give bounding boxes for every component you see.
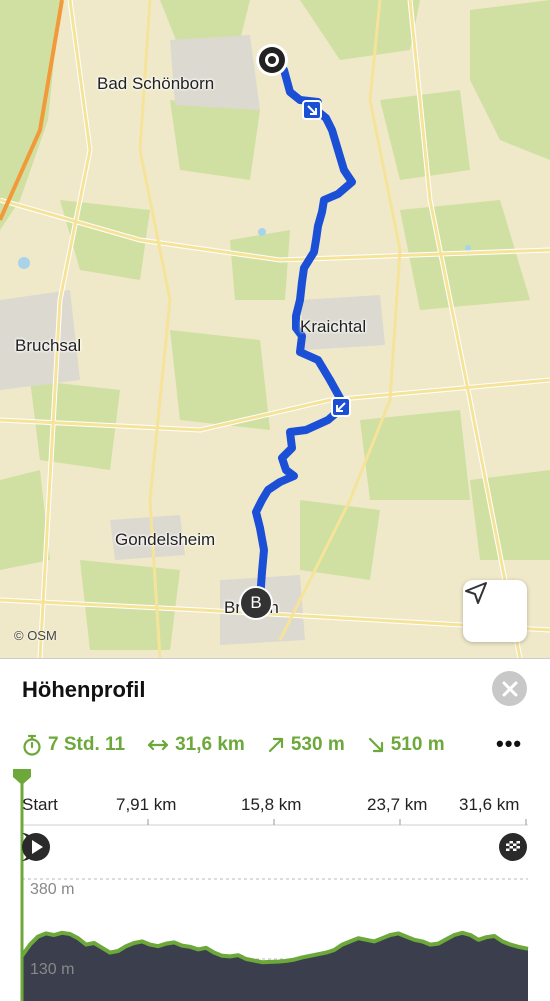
- descent-value: 510 m: [390, 734, 445, 755]
- ascent-arrow-icon: [268, 737, 283, 753]
- route-direction-arrow: [331, 397, 351, 417]
- duration-value: 7 Std. 11: [48, 734, 126, 755]
- more-options-button[interactable]: •••: [496, 733, 522, 755]
- route-stats: 7 Std. 11 31,6 km 530 m 510 m: [22, 733, 467, 757]
- map-attribution[interactable]: © OSM: [14, 628, 57, 643]
- panel-title: Höhenprofil: [22, 677, 146, 702]
- locate-button[interactable]: [463, 580, 527, 642]
- place-label: Gondelsheim: [115, 530, 216, 549]
- distance-arrows-icon: [148, 739, 169, 751]
- descent-arrow-icon: [368, 737, 383, 753]
- elevation-chart[interactable]: [0, 759, 550, 1001]
- close-button[interactable]: [492, 671, 527, 706]
- start-flag-icon: [22, 833, 50, 861]
- elevation-label: 130 m: [30, 961, 75, 978]
- close-icon: [502, 681, 517, 696]
- duration-stat: 7 Std. 11: [22, 734, 125, 756]
- roads: [0, 0, 550, 658]
- ascent-value: 530 m: [290, 734, 345, 755]
- finish-flag-icon: [499, 833, 527, 861]
- place-label: Bad Schönborn: [97, 74, 215, 93]
- end-marker[interactable]: B: [239, 586, 273, 620]
- place-label: Bruchsal: [15, 336, 82, 355]
- route-direction-arrow: [302, 100, 322, 120]
- axis-ticks: [22, 819, 528, 826]
- elevation-panel: Höhenprofil 7 Std. 11 31,6 km 530 m 510 …: [0, 658, 550, 1001]
- map-view[interactable]: Bad Schönborn Kraichtal Bruchsal Gondels…: [0, 0, 550, 658]
- position-cursor-icon: [13, 769, 31, 785]
- distance-stat: 31,6 km: [147, 734, 245, 756]
- descent-stat: 510 m: [367, 734, 445, 756]
- stopwatch-icon: [23, 734, 41, 756]
- location-arrow-icon: [465, 582, 487, 604]
- map-canvas: [0, 0, 550, 658]
- start-marker[interactable]: [256, 44, 288, 76]
- distance-value: 31,6 km: [175, 734, 245, 755]
- elevation-label: 380 m: [30, 881, 75, 898]
- place-label: Kraichtal: [300, 317, 367, 336]
- ascent-stat: 530 m: [267, 734, 345, 756]
